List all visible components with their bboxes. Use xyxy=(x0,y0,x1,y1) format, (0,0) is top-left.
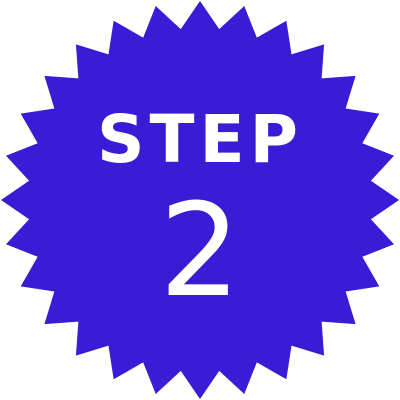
step-badge: STEP 2 xyxy=(0,0,400,400)
step-label: STEP xyxy=(96,101,303,178)
step-number: 2 xyxy=(159,177,241,326)
